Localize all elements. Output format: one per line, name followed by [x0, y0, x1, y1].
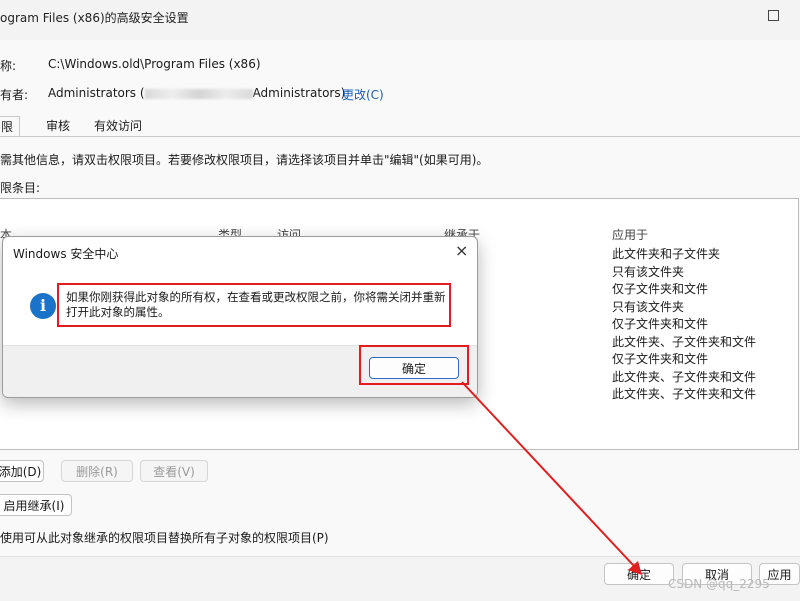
annotation-arrow: [461, 381, 642, 575]
arrow-line: [461, 381, 635, 567]
